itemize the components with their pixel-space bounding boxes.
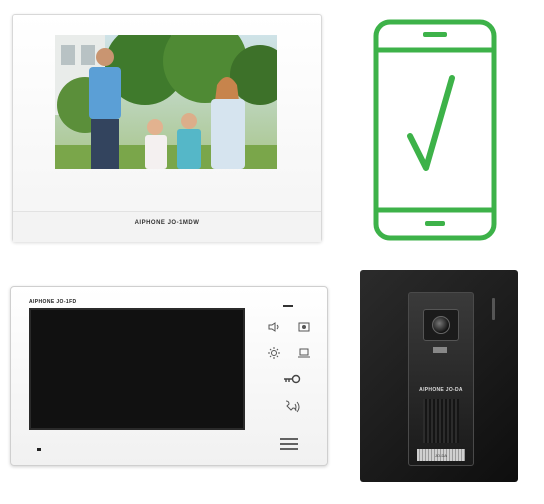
- nameplate-text: JO-DA: [435, 452, 447, 458]
- camera-housing: [423, 309, 459, 341]
- phone-check-icon: [370, 18, 500, 242]
- monitor-screen-photo: [55, 35, 277, 169]
- call-button-nameplate[interactable]: JO-DA: [417, 449, 465, 461]
- door-station: AIPHONE JO-DA JO-DA: [360, 270, 518, 482]
- status-indicator: [283, 305, 293, 307]
- door-light: [433, 347, 447, 353]
- menu-icon[interactable]: [279, 437, 299, 451]
- brand-label: AIPHONE JO-1MDW: [134, 220, 200, 226]
- mounting-slot: [492, 298, 495, 320]
- microphone-hole: [37, 448, 41, 451]
- brightness-icon[interactable]: [267, 347, 281, 359]
- camera-lens-icon: [432, 316, 450, 334]
- volume-icon[interactable]: [267, 321, 281, 333]
- master-monitor-buttons: AIPHONE JO-1FD: [10, 286, 328, 466]
- brand-label: AIPHONE JO-DA: [419, 387, 463, 393]
- family-photo: [55, 35, 277, 169]
- speaker-grille: [423, 399, 459, 443]
- camera-view-icon[interactable]: [297, 321, 311, 333]
- monitor-screen: [29, 308, 245, 430]
- key-unlock-icon[interactable]: [283, 373, 301, 385]
- door-station-panel: AIPHONE JO-DA JO-DA: [408, 292, 474, 466]
- monitor-bezel-bottom: [13, 211, 321, 242]
- screen-icon[interactable]: [297, 347, 311, 359]
- talk-icon[interactable]: [283, 399, 301, 415]
- brand-label: AIPHONE JO-1FD: [29, 299, 77, 305]
- master-monitor-wide: AIPHONE JO-1MDW: [12, 14, 322, 242]
